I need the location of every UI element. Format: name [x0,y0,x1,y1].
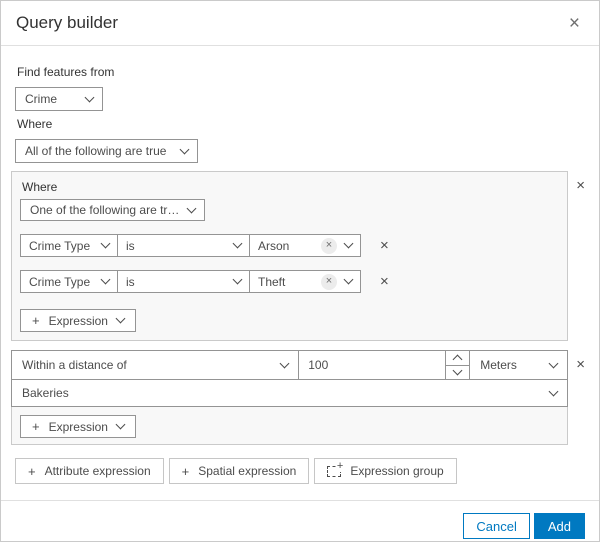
operator-select[interactable]: is [117,234,250,257]
group-combine-select-value: One of the following are tr… [30,203,180,217]
add-expression-button[interactable]: + Expression [20,309,136,332]
value-controls: × [321,273,354,290]
value-select-value: Theft [258,274,286,289]
add-expression-label: Expression [48,419,108,434]
value-select-value: Arson [258,238,290,253]
chevron-down-icon [186,203,197,213]
add-expression-label: Expression [48,313,108,328]
remove-condition-icon[interactable]: × [376,272,393,291]
units-select-value: Meters [480,358,517,372]
add-expression-group-button[interactable]: + Expression group [314,458,457,484]
expression-toolbar: + Attribute expression + Spatial express… [15,458,585,484]
group-combine-select[interactable]: One of the following are tr… [20,199,205,221]
chevron-down-icon [279,358,290,368]
condition-row: Crime Type is Theft × × [20,270,559,293]
combine-select[interactable]: All of the following are true [15,139,198,163]
remove-group-icon[interactable]: × [572,176,589,195]
spatial-mode-value: Within a distance of [22,358,127,372]
expression-group-2-row: Within a distance of Meters [11,350,589,445]
cancel-button[interactable]: Cancel [463,513,530,539]
add-expression-button[interactable]: + Expression [20,415,136,438]
field-select[interactable]: Crime Type [20,234,118,257]
plus-icon: + [335,459,345,472]
chevron-down-icon [452,365,463,376]
spatial-expression-rows: Within a distance of Meters [11,350,569,407]
layer-select[interactable]: Crime [15,87,103,111]
add-button[interactable]: Add [533,513,585,539]
add-spatial-expression-button[interactable]: + Spatial expression [168,458,310,484]
chevron-down-icon [84,92,95,102]
remove-condition-icon[interactable]: × [376,236,393,255]
stepper-up-icon[interactable] [446,351,470,365]
value-select[interactable]: Arson × [249,234,361,257]
dialog-title: Query builder [16,13,119,32]
chevron-down-icon [232,274,243,285]
dialog-header: Query builder × [1,1,599,46]
field-select[interactable]: Crime Type [20,270,118,293]
chevron-down-icon [343,238,354,249]
spatial-mode-select[interactable]: Within a distance of [12,351,298,379]
value-tag-remove-icon[interactable]: × [321,237,337,254]
field-select-value: Crime Type [29,238,91,253]
dialog-footer: Cancel Add [1,501,599,539]
expression-group-1: Where One of the following are tr… Crime… [11,171,569,341]
expression-group-2: Within a distance of Meters [11,350,569,445]
chevron-up-icon [452,354,463,365]
value-controls: × [321,237,354,254]
operator-select[interactable]: is [117,270,250,293]
expression-group-label: Expression group [350,464,444,478]
plus-icon: + [32,313,40,328]
field-select-value: Crime Type [29,274,91,289]
query-builder-dialog: Query builder × Find features from Crime… [0,0,600,542]
plus-icon: + [32,419,40,434]
add-attribute-expression-button[interactable]: + Attribute expression [15,458,164,484]
plus-icon: + [28,463,36,479]
condition-row: Crime Type is Arson × × [20,234,559,257]
distance-stepper [445,351,470,379]
chevron-down-icon [548,358,559,368]
distance-input[interactable] [298,351,446,379]
target-layer-value: Bakeries [22,386,69,400]
chevron-down-icon [548,386,559,396]
dialog-body: Find features from Crime Where All of th… [1,65,599,484]
chevron-down-icon [100,274,111,285]
spatial-condition-row: Within a distance of Meters [12,351,567,379]
target-layer-select[interactable]: Bakeries [12,379,568,406]
chevron-down-icon [343,274,354,285]
chevron-down-icon [232,238,243,249]
attribute-expression-label: Attribute expression [44,464,151,478]
stepper-down-icon[interactable] [446,364,470,379]
combine-select-value: All of the following are true [25,144,167,158]
chevron-down-icon [100,238,111,249]
expression-group-1-row: Where One of the following are tr… Crime… [11,171,589,341]
plus-icon: + [181,463,190,479]
chevron-down-icon [179,144,190,154]
group-where-label: Where [22,180,58,194]
value-select[interactable]: Theft × [249,270,361,293]
layer-select-value: Crime [25,92,57,106]
expression-group-icon: + [327,460,345,477]
close-icon[interactable]: × [565,12,584,35]
units-select[interactable]: Meters [469,351,567,379]
find-features-label: Find features from [17,65,115,79]
chevron-down-icon [115,313,126,324]
remove-group-icon[interactable]: × [572,355,589,374]
chevron-down-icon [115,419,126,430]
spatial-expression-label: Spatial expression [198,464,297,478]
value-tag-remove-icon[interactable]: × [321,273,337,290]
operator-select-value: is [126,238,135,253]
operator-select-value: is [126,274,135,289]
where-label: Where [17,117,53,131]
